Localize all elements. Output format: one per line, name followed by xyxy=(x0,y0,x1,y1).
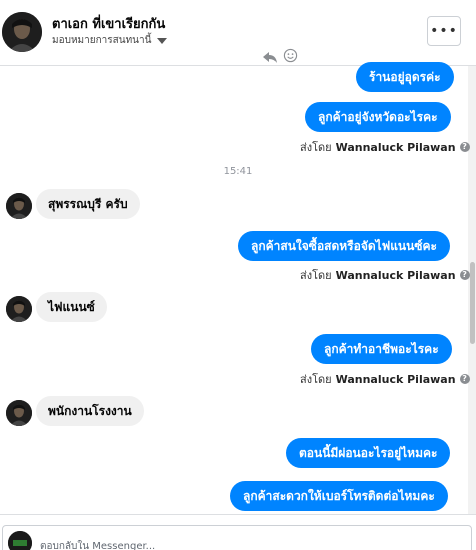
outgoing-message[interactable]: ร้านอยู่อุดรค่ะ xyxy=(356,62,454,92)
page-avatar xyxy=(8,531,32,550)
incoming-message[interactable]: ไฟแนนซ์ xyxy=(36,292,107,322)
contact-avatar-small[interactable] xyxy=(6,400,32,426)
contact-avatar-small[interactable] xyxy=(6,193,32,219)
outgoing-message[interactable]: ลูกค้าทำอาชีพอะไรคะ xyxy=(311,334,452,364)
assign-conversation-dropdown[interactable]: มอบหมายการสนทนานี้ xyxy=(52,33,168,48)
scrollbar-thumb[interactable] xyxy=(470,262,475,344)
reply-composer xyxy=(0,514,476,550)
message-timestamp: 15:41 xyxy=(223,166,253,177)
contact-avatar-small[interactable] xyxy=(6,296,32,322)
sender-name[interactable]: Wannaluck Pilawan xyxy=(336,373,456,386)
sent-by-prefix: ส่งโดย xyxy=(300,141,332,154)
outgoing-message[interactable]: ลูกค้าสนใจซื้อสดหรือจัดไฟแนนซ์คะ xyxy=(238,231,450,261)
assign-label: มอบหมายการสนทนานี้ xyxy=(52,35,152,46)
outgoing-message[interactable]: ตอนนี้มีผ่อนอะไรอยู่ไหมคะ xyxy=(286,438,451,468)
conversation-header: ตาเอก ที่เขาเรียกกัน มอบหมายการสนทนานี้ … xyxy=(0,0,476,66)
sent-by-label: ส่งโดย Wannaluck Pilawan ? xyxy=(300,266,470,284)
sent-by-prefix: ส่งโดย xyxy=(300,269,332,282)
reply-input[interactable] xyxy=(40,538,440,550)
sent-by-label: ส่งโดย Wannaluck Pilawan ? xyxy=(300,370,470,388)
more-options-button[interactable]: ••• xyxy=(427,16,461,46)
contact-avatar[interactable] xyxy=(2,12,42,52)
sender-name[interactable]: Wannaluck Pilawan xyxy=(336,269,456,282)
info-icon[interactable]: ? xyxy=(459,142,470,152)
outgoing-message[interactable]: ลูกค้าอยู่จังหวัดอะไรคะ xyxy=(305,102,451,132)
caret-down-icon xyxy=(157,37,168,44)
smiley-icon[interactable] xyxy=(283,48,298,63)
sender-name[interactable]: Wannaluck Pilawan xyxy=(336,141,456,154)
info-icon[interactable]: ? xyxy=(459,374,470,384)
incoming-message[interactable]: พนักงานโรงงาน xyxy=(36,396,144,426)
sent-by-label: ส่งโดย Wannaluck Pilawan ? xyxy=(300,138,470,156)
reply-icon[interactable] xyxy=(262,49,278,65)
contact-name[interactable]: ตาเอก ที่เขาเรียกกัน xyxy=(52,13,165,34)
incoming-message[interactable]: สุพรรณบุรี ครับ xyxy=(36,189,140,219)
info-icon[interactable]: ? xyxy=(459,270,470,280)
outgoing-message[interactable]: ลูกค้าสะดวกให้เบอร์โทรติดต่อไหมคะ xyxy=(230,481,448,511)
sent-by-prefix: ส่งโดย xyxy=(300,373,332,386)
